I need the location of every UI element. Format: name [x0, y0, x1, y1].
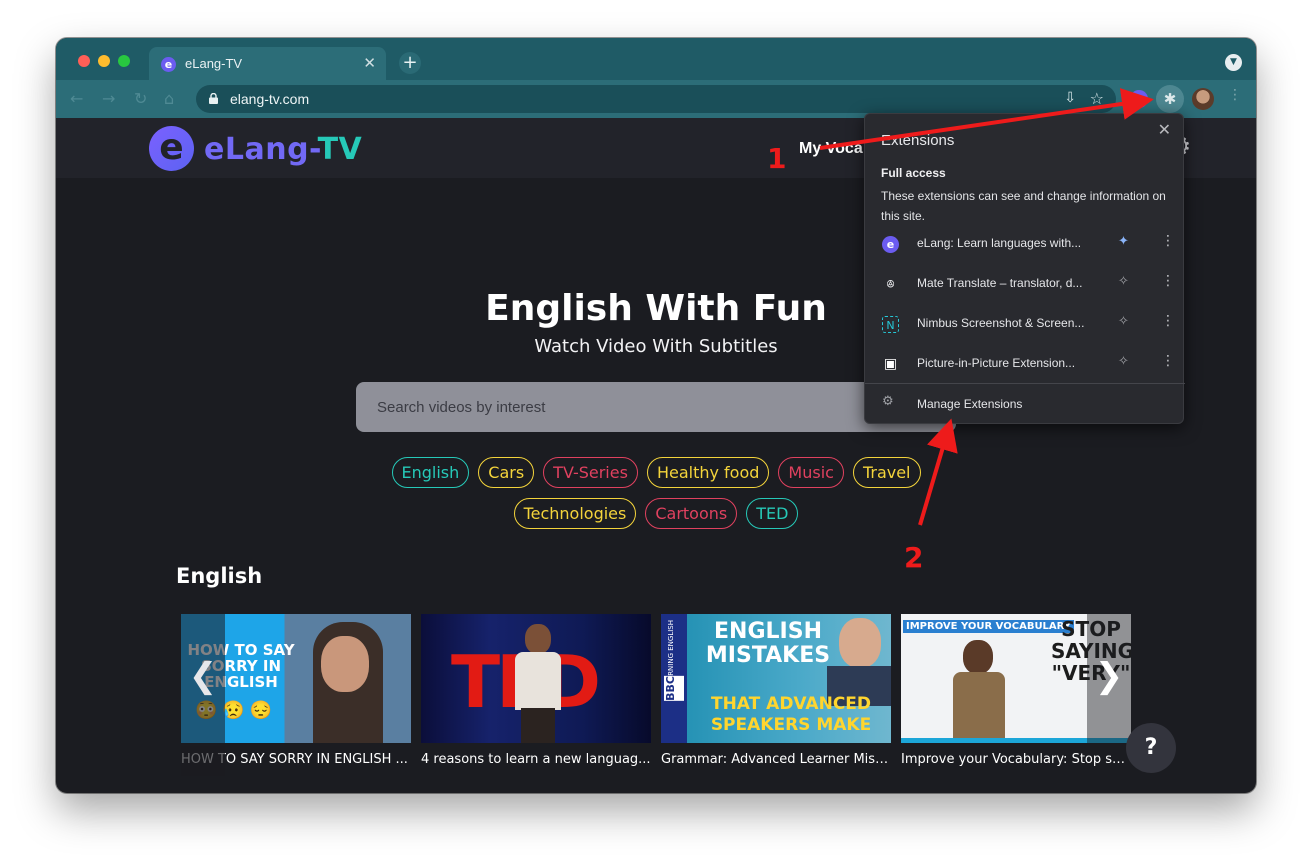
reload-icon[interactable]: ↻ — [134, 89, 147, 108]
tab-close-icon[interactable]: ✕ — [363, 54, 376, 72]
extensions-puzzle-icon[interactable]: ✱ — [1156, 85, 1184, 113]
annotation-label-1: 1 — [767, 142, 787, 175]
minimize-window-button[interactable] — [98, 55, 110, 67]
bookmark-star-icon[interactable]: ☆ — [1090, 89, 1104, 108]
tag-cartoons[interactable]: Cartoons — [645, 498, 738, 529]
install-icon[interactable]: ⇩ — [1064, 90, 1076, 106]
pin-icon[interactable]: ✧ — [1118, 274, 1129, 289]
popup-close-icon[interactable]: ✕ — [1158, 120, 1171, 139]
extension-row-elang[interactable]: e eLang: Learn languages with... ✦ ⋮ — [865, 224, 1185, 264]
new-tab-button[interactable]: + — [399, 52, 421, 74]
gear-icon: ⚙ — [882, 394, 894, 409]
annotation-label-2: 2 — [904, 541, 924, 574]
tag-travel[interactable]: Travel — [852, 457, 921, 488]
extension-name: Mate Translate – translator, d... — [917, 276, 1083, 290]
tag-english[interactable]: English — [391, 457, 470, 488]
tag-technologies[interactable]: Technologies — [513, 498, 637, 529]
carousel-prev-icon[interactable]: ❮ — [181, 614, 225, 743]
full-access-description: These extensions can see and change info… — [881, 189, 1166, 223]
nimbus-icon: N — [882, 316, 899, 333]
pin-icon[interactable]: ✧ — [1118, 354, 1129, 369]
video-thumbnail[interactable]: LEARNING ENGLISH BBC ENGLISH MISTAKES TH… — [661, 614, 891, 743]
section-title: English — [176, 564, 263, 588]
url-text: elang-tv.com — [230, 91, 310, 107]
lock-icon — [209, 93, 218, 104]
elang-favicon-icon: e — [161, 57, 176, 72]
tag-tv-series[interactable]: TV-Series — [543, 457, 638, 488]
thumb-caption: IMPROVE YOUR VOCABULARY — [903, 620, 1075, 633]
carousel-prev-fade — [181, 746, 225, 776]
thumb-caption-highlight: THAT ADVANCED SPEAKERS MAKE — [710, 694, 872, 735]
thumb-caption: ENGLISH MISTAKES — [705, 619, 831, 668]
manage-extensions-link[interactable]: Manage Extensions — [917, 397, 1022, 411]
video-card[interactable]: LEARNING ENGLISH BBC ENGLISH MISTAKES TH… — [661, 614, 891, 767]
site-logo[interactable]: eLang-TV — [204, 132, 362, 167]
extension-row-pip[interactable]: ▣ Picture-in-Picture Extension... ✧ ⋮ — [865, 344, 1185, 384]
pin-icon[interactable]: ✧ — [1118, 314, 1129, 329]
extensions-popup: Extensions ✕ Full access These extension… — [864, 113, 1185, 424]
logo-elang-text: eLang- — [204, 132, 318, 167]
tag-cars[interactable]: Cars — [478, 457, 535, 488]
video-carousel: HOW TO SAY SORRY IN ENGLISH 😳 😥 😔 HOW TO… — [181, 614, 1131, 774]
help-button[interactable]: ? — [1126, 723, 1176, 773]
elang-logo-icon[interactable]: e — [149, 126, 194, 171]
extension-name: Nimbus Screenshot & Screen... — [917, 316, 1085, 330]
tab-title: eLang-TV — [185, 56, 243, 71]
browser-menu-icon[interactable]: ⋮ — [1228, 87, 1242, 103]
extension-name: eLang: Learn languages with... — [917, 236, 1082, 250]
browser-window: e eLang-TV ✕ + ▼ ← → ↻ ⌂ elang-tv.com ⇩ … — [56, 38, 1256, 793]
extension-row-mate-translate[interactable]: ꔮ Mate Translate – translator, d... ✧ ⋮ — [865, 264, 1185, 304]
profile-avatar[interactable] — [1192, 88, 1214, 110]
tag-ted[interactable]: TED — [746, 498, 799, 529]
back-icon[interactable]: ← — [70, 89, 83, 108]
full-access-heading: Full access — [881, 166, 946, 180]
video-title[interactable]: Improve your Vocabulary: Stop sa... — [901, 752, 1131, 767]
picture-in-picture-icon: ▣ — [883, 356, 898, 372]
interest-tags: English Cars TV-Series Healthy food Musi… — [346, 457, 966, 529]
bbc-logo: BBC — [664, 676, 684, 701]
zoom-window-button[interactable] — [118, 55, 130, 67]
nav-my-vocabulary[interactable]: My Voca — [799, 140, 863, 158]
mate-translate-icon: ꔮ — [886, 278, 895, 291]
video-title[interactable]: Grammar: Advanced Learner Mist... — [661, 752, 891, 767]
video-title[interactable]: 4 reasons to learn a new languag... — [421, 752, 651, 767]
more-options-icon[interactable]: ⋮ — [1161, 233, 1175, 249]
extension-row-nimbus[interactable]: N Nimbus Screenshot & Screen... ✧ ⋮ — [865, 304, 1185, 344]
logo-tv-text: TV — [317, 132, 363, 167]
video-thumbnail[interactable]: TED — [421, 614, 651, 743]
popup-divider — [865, 383, 1185, 384]
more-options-icon[interactable]: ⋮ — [1161, 313, 1175, 329]
more-options-icon[interactable]: ⋮ — [1161, 273, 1175, 289]
tab-search-icon[interactable]: ▼ — [1225, 54, 1242, 71]
carousel-next-icon[interactable]: ❯ — [1087, 614, 1131, 743]
home-icon[interactable]: ⌂ — [164, 89, 174, 108]
extension-name: Picture-in-Picture Extension... — [917, 356, 1076, 370]
popup-title: Extensions — [881, 132, 955, 149]
elang-extension-icon: e — [882, 236, 899, 253]
close-window-button[interactable] — [78, 55, 90, 67]
elang-extension-icon[interactable] — [1130, 90, 1148, 108]
pin-icon[interactable]: ✦ — [1118, 234, 1129, 249]
more-options-icon[interactable]: ⋮ — [1161, 353, 1175, 369]
address-bar[interactable]: elang-tv.com ⇩ ☆ — [196, 85, 1116, 113]
video-card[interactable]: TED 4 reasons to learn a new languag... — [421, 614, 651, 767]
browser-tab[interactable]: e eLang-TV ✕ — [149, 47, 386, 81]
tag-music[interactable]: Music — [778, 457, 844, 488]
tag-healthy-food[interactable]: Healthy food — [646, 457, 770, 488]
forward-icon[interactable]: → — [102, 89, 115, 108]
tab-strip: e eLang-TV ✕ + ▼ — [56, 38, 1256, 81]
